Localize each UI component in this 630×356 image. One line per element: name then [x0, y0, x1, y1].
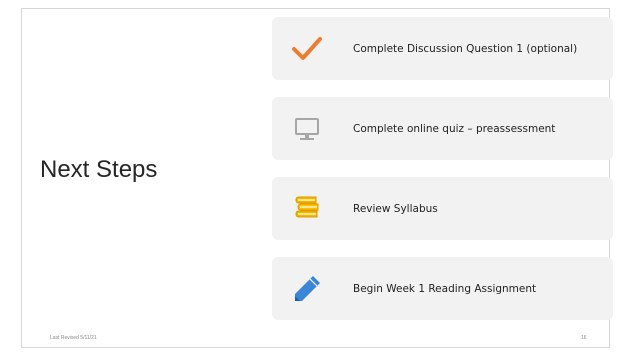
books-icon	[290, 192, 324, 226]
footer-revision-date: Last Revised 5/11/21	[50, 335, 97, 341]
step-card-discussion: Complete Discussion Question 1 (optional…	[272, 17, 613, 80]
step-label: Complete online quiz – preassessment	[353, 122, 556, 135]
slide: Next Steps Complete Discussion Question …	[0, 0, 630, 356]
checkmark-icon	[290, 32, 324, 66]
step-card-reading: Begin Week 1 Reading Assignment	[272, 257, 613, 320]
slide-number: 16	[581, 335, 587, 341]
monitor-icon	[290, 112, 324, 146]
step-label: Complete Discussion Question 1 (optional…	[353, 42, 578, 55]
step-card-syllabus: Review Syllabus	[272, 177, 613, 240]
step-card-quiz: Complete online quiz – preassessment	[272, 97, 613, 160]
step-label: Begin Week 1 Reading Assignment	[353, 282, 537, 295]
step-label: Review Syllabus	[353, 202, 438, 215]
pencil-icon	[290, 272, 324, 306]
slide-title: Next Steps	[40, 156, 158, 183]
